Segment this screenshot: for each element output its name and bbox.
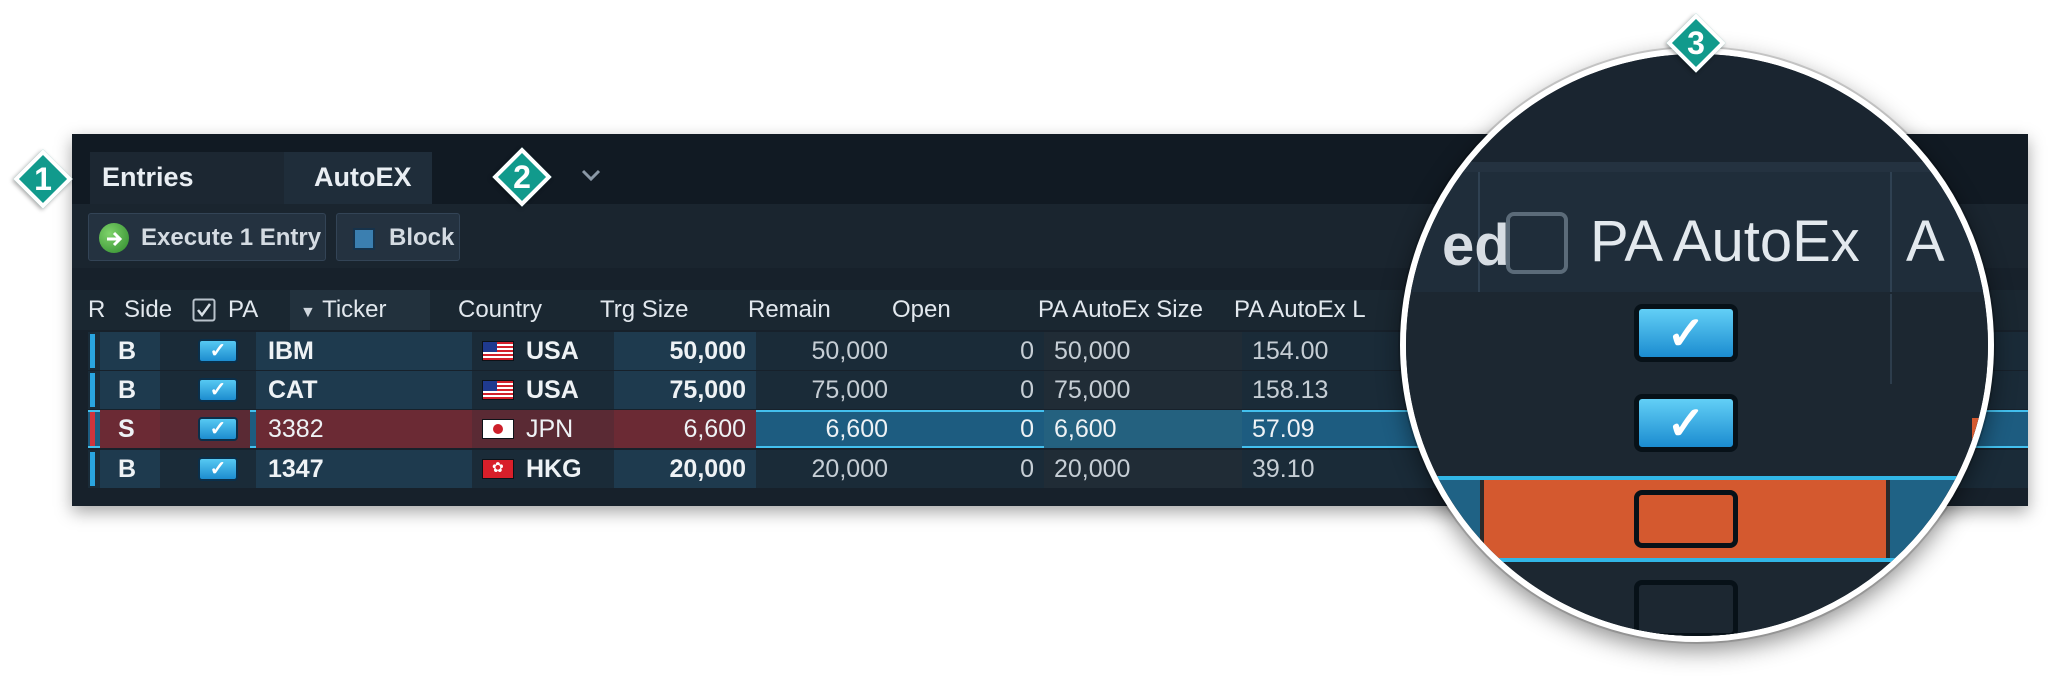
open-cell: 0 [1020, 455, 1034, 483]
zoom-col-separator [1890, 172, 1892, 292]
country-cell: USA [472, 332, 614, 370]
zoom-pa-autoex-checkbox[interactable] [1634, 580, 1738, 636]
country-label: HKG [526, 455, 582, 483]
trg-size-cell: 50,000 [614, 332, 756, 370]
execute-label: Execute 1 Entry [141, 224, 322, 251]
zoom-header-title: PA AutoEx [1590, 209, 1860, 274]
col-ticker[interactable]: ▼ Ticker [290, 290, 430, 330]
col-ticker-label: Ticker [322, 296, 387, 323]
zoom-pa-autoex-checkbox[interactable]: ✓ [1634, 304, 1738, 362]
execute-entry-button[interactable]: Execute 1 Entry [88, 213, 326, 261]
pa-size-cell: 75,000 [1044, 371, 1242, 409]
col-pa-autoex-size[interactable]: PA AutoEx Size [1038, 290, 1228, 330]
zoom-divider [1406, 162, 1988, 172]
country-label: JPN [526, 415, 574, 443]
ticker-cell: 3382 [256, 410, 472, 448]
pa-cell: ✓ [160, 450, 250, 488]
remain-cell: 6,600 [825, 415, 888, 443]
usa-flag-icon [482, 341, 514, 361]
col-open[interactable]: Open [892, 290, 1032, 330]
trg-size-cell: 20,000 [614, 450, 756, 488]
remain-cell: 75,000 [811, 376, 888, 404]
country-cell: JPN [472, 410, 614, 448]
tab-entries-label: Entries [102, 162, 194, 192]
trg-size-cell: 75,000 [614, 371, 756, 409]
sell-indicator [90, 412, 95, 446]
side-cell: S [100, 410, 160, 448]
zoom-magnifier: ed PA AutoEx A ✓ Ex ✓ [1400, 48, 1994, 642]
remain-cell: 50,000 [811, 337, 888, 365]
zoom-header-checkbox[interactable] [1506, 212, 1568, 274]
buy-indicator [90, 373, 95, 407]
execute-arrow-icon [99, 223, 129, 253]
usa-flag-icon [482, 380, 514, 400]
marker-2-label: 2 [513, 159, 531, 195]
side-cell: B [100, 332, 160, 370]
buy-indicator [90, 334, 95, 368]
pa-size-cell: 50,000 [1044, 332, 1242, 370]
marker-1: 1 [13, 149, 73, 209]
marker-3: 3 [1666, 13, 1726, 73]
buy-indicator [90, 452, 95, 486]
country-label: USA [526, 376, 579, 404]
block-label: Block [389, 224, 455, 251]
col-side[interactable]: Side [124, 290, 196, 330]
marker-2: 2 [492, 147, 552, 207]
checkbox-icon [192, 298, 216, 322]
block-square-icon [353, 228, 375, 250]
ticker-cell: IBM [256, 332, 472, 370]
ticker-cell: CAT [256, 371, 472, 409]
open-cell: 0 [1020, 415, 1034, 443]
zoom-header-left-fragment: ed [1442, 213, 1510, 278]
col-country[interactable]: Country [458, 290, 598, 330]
japan-flag-icon [482, 419, 514, 439]
pa-checkbox[interactable]: ✓ [198, 339, 238, 363]
zoom-pa-autoex-checkbox[interactable] [1634, 490, 1738, 548]
pa-size-cell: 6,600 [1044, 410, 1242, 448]
tab-autoex-label: AutoEX [314, 162, 412, 192]
sort-desc-icon: ▼ [300, 304, 316, 321]
pa-size-cell: 20,000 [1044, 450, 1242, 488]
col-r[interactable]: R [88, 290, 108, 330]
pa-cell: ✓ [160, 410, 250, 448]
open-cell: 0 [1020, 337, 1034, 365]
side-cell: B [100, 450, 160, 488]
pa-cell: ✓ [160, 332, 250, 370]
pa-checkbox[interactable]: ✓ [198, 457, 238, 481]
ticker-cell: 1347 [256, 450, 472, 488]
side-cell: B [100, 371, 160, 409]
col-pa[interactable]: PA [228, 290, 278, 330]
country-label: USA [526, 337, 579, 365]
pa-cell: ✓ [160, 371, 250, 409]
zoom-pa-autoex-checkbox[interactable]: ✓ [1634, 394, 1738, 452]
zoom-header-right-fragment: A [1906, 209, 1945, 274]
block-button[interactable]: Block [336, 213, 460, 261]
header-checkbox[interactable] [192, 290, 222, 330]
open-cell: 0 [1020, 376, 1034, 404]
chevron-down-icon[interactable] [580, 164, 602, 186]
hong-kong-flag-icon [482, 457, 514, 479]
remain-cell: 20,000 [811, 455, 888, 483]
marker-3-label: 3 [1687, 25, 1705, 61]
pa-checkbox[interactable]: ✓ [198, 378, 238, 402]
marker-1-label: 1 [34, 161, 52, 197]
trg-size-cell: 6,600 [614, 410, 756, 448]
col-trg-size[interactable]: Trg Size [600, 290, 740, 330]
pa-checkbox[interactable]: ✓ [198, 417, 238, 441]
country-cell: HKG [472, 450, 614, 488]
tab-autoex[interactable]: AutoEX [284, 152, 432, 204]
col-remain[interactable]: Remain [748, 290, 888, 330]
country-cell: USA [472, 371, 614, 409]
